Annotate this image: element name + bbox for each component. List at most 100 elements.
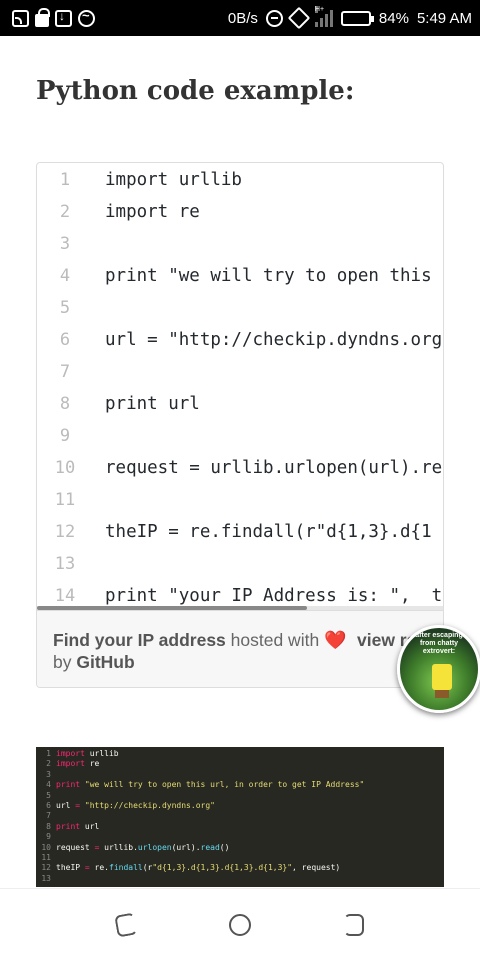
signal-icon: H+ <box>314 6 333 27</box>
line-number: 3 <box>59 234 71 254</box>
line-number: 4 <box>59 266 71 286</box>
code-line: 3 <box>37 228 443 260</box>
dark-line-number: 6 <box>46 800 51 810</box>
code-screenshot-image: 1 import urllib 2 import re 3 4 print "we will… <box>36 747 444 887</box>
dark-code-line: 13 <box>36 874 444 884</box>
dark-code-line: 9 <box>36 832 444 842</box>
dark-line-text: print "we will try to open this url, in … <box>56 780 365 790</box>
code-line: 4 print "we will try to open this <box>37 260 443 292</box>
line-number: 1 <box>59 170 71 190</box>
by-text: by <box>53 652 72 672</box>
line-text: print "we will try to open this <box>105 266 432 286</box>
system-icons: 0B/s H+ 84% 5:49 AM <box>227 6 472 30</box>
dark-line-text: url = "http://checkip.dyndns.org" <box>56 800 215 810</box>
dark-line-number: 13 <box>41 873 51 883</box>
code-line: 2 import re <box>37 196 443 228</box>
line-number: 5 <box>59 298 71 318</box>
dark-line-number: 10 <box>41 842 51 852</box>
code-line: 14 print "your IP Address is: ", t <box>37 580 443 609</box>
line-text: import urllib <box>105 170 242 190</box>
dark-line-text: theIP = re.findall(r"d{1,3}.d{1,3}.d{1,3… <box>56 863 341 873</box>
gist-embed: 1 import urllib 2 import re 3 4 print "we will… <box>36 162 444 688</box>
code-line: 13 <box>37 548 443 580</box>
line-text: print url <box>105 394 200 414</box>
cast-icon <box>12 9 29 27</box>
recents-icon[interactable] <box>343 913 364 936</box>
dark-line-number: 4 <box>46 780 51 790</box>
line-number: 14 <box>54 586 76 606</box>
code-line: 6 url = "http://checkip.dyndns.org <box>37 324 443 356</box>
github-link[interactable]: GitHub <box>76 652 134 672</box>
gist-code-area[interactable]: 1 import urllib 2 import re 3 4 print "we will… <box>37 163 443 609</box>
line-number: 11 <box>54 490 76 510</box>
dark-line-number: 2 <box>46 759 51 769</box>
dark-line-text: print url <box>56 821 100 831</box>
notification-icons <box>12 7 95 27</box>
dark-code-line: 2 import re <box>36 759 444 769</box>
code-line: 1 import urllib <box>37 164 443 196</box>
dark-line-number: 12 <box>41 863 51 873</box>
line-number: 10 <box>54 458 76 478</box>
line-number: 13 <box>54 554 76 574</box>
dark-code-line: 8 print url <box>36 822 444 832</box>
dark-code-line: 11 <box>36 853 444 863</box>
dark-code-line: 10 request = urllib.urlopen(url).read() <box>36 843 444 853</box>
code-line: 7 <box>37 356 443 388</box>
line-text: url = "http://checkip.dyndns.org <box>105 330 443 350</box>
heart-icon: ❤️ <box>324 630 347 650</box>
dark-code-line: 5 <box>36 791 444 801</box>
dark-line-number: 3 <box>46 769 51 779</box>
code-line: 5 <box>37 292 443 324</box>
clock: 5:49 AM <box>416 9 472 27</box>
line-number: 7 <box>59 362 71 382</box>
code-line: 12 theIP = re.findall(r"d{1,3}.d{1 <box>37 516 443 548</box>
line-number: 9 <box>59 426 71 446</box>
line-text: request = urllib.urlopen(url).re <box>105 458 443 478</box>
dark-code-line: 3 <box>36 770 444 780</box>
dark-code-line: 12 theIP = re.findall(r"d{1,3}.d{1,3}.d{1… <box>36 863 444 873</box>
code-line: 9 <box>37 420 443 452</box>
line-number: 8 <box>59 394 71 414</box>
messenger-icon <box>78 8 95 27</box>
dark-code-line: 1 import urllib <box>36 749 444 759</box>
line-number: 2 <box>59 202 71 222</box>
line-text: theIP = re.findall(r"d{1,3}.d{1 <box>105 522 432 542</box>
line-text: print "your IP Address is: ", t <box>105 586 443 606</box>
dark-line-number: 11 <box>41 852 51 862</box>
line-number: 6 <box>59 330 71 350</box>
battery-icon <box>340 10 374 26</box>
dark-line-number: 8 <box>46 821 51 831</box>
dark-line-text: import urllib <box>56 749 119 758</box>
dark-code-line: 7 <box>36 811 444 821</box>
line-text: import re <box>105 202 200 222</box>
dark-line-text: import re <box>56 759 100 769</box>
code-line: 8 print url <box>37 388 443 420</box>
home-icon[interactable] <box>228 913 251 936</box>
download-icon <box>55 9 72 27</box>
dark-line-number: 5 <box>46 790 51 800</box>
navigation-bar <box>0 888 480 960</box>
back-icon[interactable] <box>114 911 139 938</box>
dark-line-number: 1 <box>46 749 51 758</box>
dnd-icon <box>265 9 283 27</box>
dark-code-line: 6 url = "http://checkip.dyndns.org" <box>36 801 444 811</box>
battery-percent: 84% <box>378 9 409 27</box>
dark-line-number: 7 <box>46 811 51 821</box>
hosted-with-text: hosted with <box>230 630 320 650</box>
network-type: H+ <box>314 6 325 13</box>
bubble-caption: after escaping from chatty extrovert: <box>415 632 463 655</box>
page-heading: Python code example: <box>36 76 355 106</box>
line-number: 12 <box>54 522 76 542</box>
gist-file-link[interactable]: Find your IP address <box>53 630 226 650</box>
net-speed: 0B/s <box>227 9 258 27</box>
meme-character <box>432 664 452 698</box>
lock-icon <box>35 7 50 27</box>
dark-line-number: 9 <box>46 832 51 842</box>
gist-meta: Find your IP address hosted with ❤️ view… <box>37 610 443 687</box>
dark-code-line: 4 print "we will try to open this url, in… <box>36 780 444 790</box>
dark-line-text: request = urllib.urlopen(url).read() <box>56 842 230 852</box>
code-line: 10 request = urllib.urlopen(url).re <box>37 452 443 484</box>
code-line: 11 <box>37 484 443 516</box>
floating-chat-bubble[interactable]: after escaping from chatty extrovert: <box>397 625 480 713</box>
status-bar: 0B/s H+ 84% 5:49 AM <box>0 0 480 36</box>
